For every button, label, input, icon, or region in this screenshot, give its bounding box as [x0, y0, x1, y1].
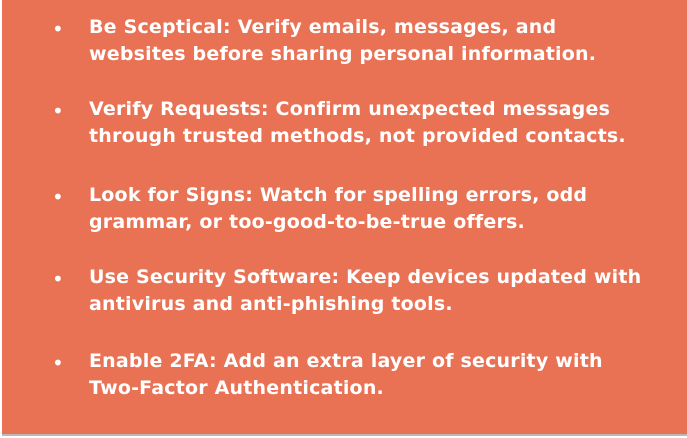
tip-line: grammar, or too-good-to-be-true offers. [89, 211, 525, 233]
tip-line: through trusted methods, not provided co… [89, 125, 626, 147]
tip-line: websites before sharing personal informa… [89, 43, 597, 65]
tip-text: Be Sceptical: Verify emails, messages, a… [89, 14, 674, 68]
tip-line: antivirus and anti-phishing tools. [89, 293, 453, 315]
tip-line: Use Security Software: Keep devices upda… [89, 266, 642, 288]
bullet-icon: • [52, 351, 64, 375]
tip-line: Verify Requests: Confirm unexpected mess… [89, 98, 611, 120]
tip-line: Look for Signs: Watch for spelling error… [89, 184, 588, 206]
tip-text: Look for Signs: Watch for spelling error… [89, 182, 674, 236]
bullet-icon: • [52, 267, 64, 291]
bullet-icon: • [52, 17, 64, 41]
tip-line: Enable 2FA: Add an extra layer of securi… [89, 350, 603, 372]
tip-line: Be Sceptical: Verify emails, messages, a… [89, 16, 557, 38]
bullet-icon: • [52, 185, 64, 209]
bullet-icon: • [52, 99, 64, 123]
tips-panel: • Be Sceptical: Verify emails, messages,… [2, 0, 687, 436]
tip-text: Verify Requests: Confirm unexpected mess… [89, 96, 674, 150]
tip-line: Two-Factor Authentication. [89, 377, 384, 399]
tip-text: Enable 2FA: Add an extra layer of securi… [89, 348, 674, 402]
tip-text: Use Security Software: Keep devices upda… [89, 264, 674, 318]
